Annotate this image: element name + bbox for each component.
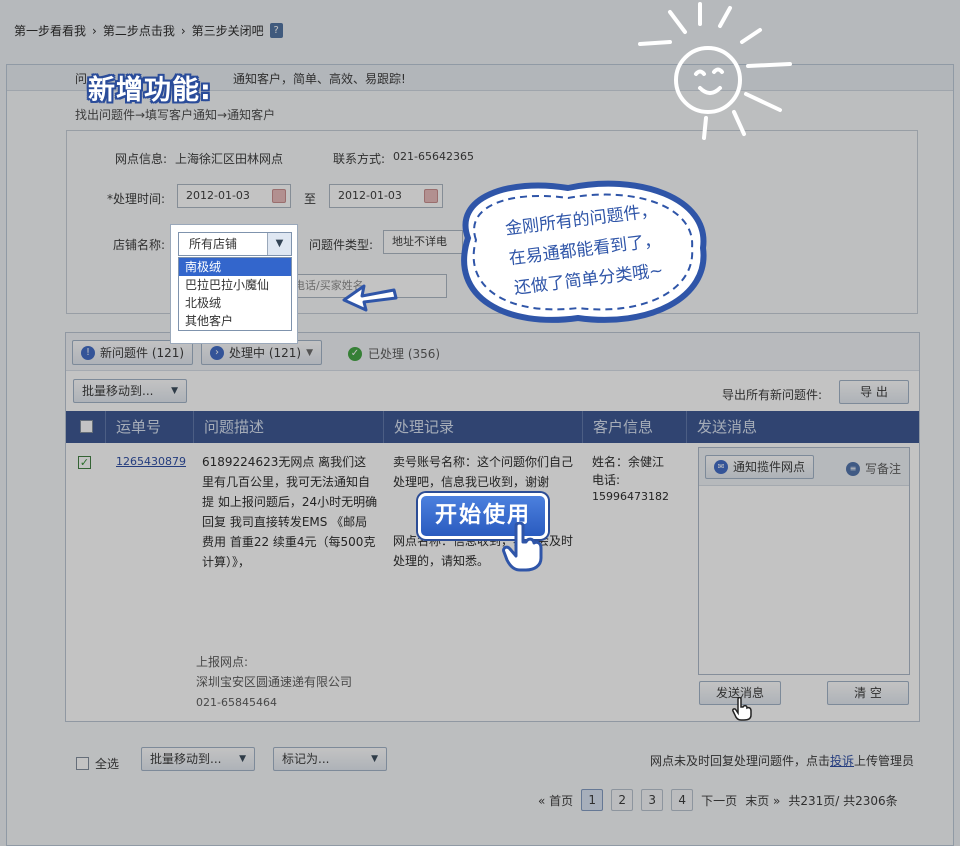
- shop-dropdown[interactable]: 所有店铺 ▼ 南极绒 巴拉巴拉小魔仙 北极绒 其他客户: [171, 225, 297, 343]
- notify-station-button[interactable]: ✉ 通知揽件网点: [705, 455, 815, 479]
- col-record: 处理记录: [384, 411, 583, 443]
- page-2[interactable]: 2: [611, 789, 634, 811]
- complaint-notice: 网点未及时回复处理问题件，点击投诉上传管理员: [650, 754, 915, 768]
- hand-cursor-icon: [502, 522, 543, 572]
- clear-button[interactable]: 清 空: [827, 681, 909, 705]
- select-all-header[interactable]: [66, 411, 106, 443]
- bulk-move-select[interactable]: 批量移动到... ▼: [73, 379, 187, 403]
- step-1[interactable]: 第一步看看我: [14, 22, 86, 39]
- pointer-cursor-icon: [732, 697, 752, 721]
- station-value: 上海徐汇区田林网点: [175, 152, 284, 166]
- record-entry-1: 卖号账号名称：这个问题你们自己处理吧，信息我已收到，谢谢: [393, 455, 574, 489]
- footer-bulk-move[interactable]: 批量移动到... ▼: [141, 747, 255, 771]
- date-from-input[interactable]: 2012-01-03: [177, 184, 291, 208]
- message-box: ✉ 通知揽件网点 ≡ 写备注: [698, 447, 910, 675]
- calendar-icon[interactable]: [424, 189, 438, 203]
- station-label: 网点信息:: [115, 152, 168, 166]
- tab-processing[interactable]: › 处理中 (121) ▼: [201, 340, 323, 365]
- chevron-down-icon: ▼: [239, 754, 246, 764]
- waybill-link[interactable]: 1265430879: [116, 452, 186, 472]
- checkbox[interactable]: [76, 757, 89, 770]
- pagination: « 首页 1 2 3 4 下一页 末页 » 共231页/ 共2306条: [538, 789, 898, 811]
- info-icon: !: [81, 345, 95, 360]
- customer-name: 姓名：余健江: [592, 455, 665, 469]
- checkbox[interactable]: [80, 420, 93, 433]
- mail-icon: ✉: [714, 460, 728, 474]
- time-label: *处理时间:: [107, 192, 166, 206]
- shop-label: 店铺名称:: [113, 238, 166, 252]
- page-total: 共231页/ 共2306条: [788, 793, 898, 808]
- date-to-input[interactable]: 2012-01-03: [329, 184, 443, 208]
- report-station: 深圳宝安区圆通速递有限公司: [196, 675, 353, 689]
- chevron-down-icon: ▼: [306, 347, 314, 358]
- shop-option[interactable]: 北极绒: [179, 294, 291, 312]
- shop-options: 南极绒 巴拉巴拉小魔仙 北极绒 其他客户: [178, 257, 292, 331]
- complaint-link[interactable]: 投诉: [830, 754, 854, 768]
- col-customer: 客户信息: [583, 411, 687, 443]
- last-page-link[interactable]: 末页 »: [745, 792, 780, 809]
- export-label: 导出所有新问题件:: [722, 388, 823, 402]
- note-icon: ≡: [846, 461, 860, 476]
- arrow-left-icon: [342, 284, 398, 312]
- step-2[interactable]: 第二步点击我: [103, 22, 175, 39]
- arrow-right-icon: ›: [210, 345, 224, 360]
- next-page-link[interactable]: 下一页: [701, 792, 737, 809]
- report-phone: 021-65845464: [196, 696, 277, 709]
- col-waybill: 运单号: [106, 411, 194, 443]
- col-send: 发送消息: [697, 418, 758, 436]
- sun-doodle: [638, 2, 792, 140]
- issue-type-label: 问题件类型:: [309, 238, 374, 252]
- shop-select[interactable]: 所有店铺 ▼: [178, 232, 292, 256]
- shop-option[interactable]: 巴拉巴拉小魔仙: [179, 276, 291, 294]
- new-feature-badge: 新增功能:: [88, 75, 212, 106]
- chevron-down-icon[interactable]: ▼: [267, 233, 291, 255]
- banner-prefix: 问: [75, 72, 88, 86]
- customer-phone: 15996473182: [592, 490, 669, 503]
- chevron-down-icon: ▼: [171, 386, 178, 396]
- mark-as-select[interactable]: 标记为... ▼: [273, 747, 387, 771]
- page-4[interactable]: 4: [671, 789, 694, 811]
- contact-label: 联系方式:: [333, 152, 386, 166]
- shop-option[interactable]: 南极绒: [179, 258, 291, 276]
- banner-text: 通知客户，简单、高效、易跟踪!: [233, 72, 406, 86]
- shop-option[interactable]: 其他客户: [179, 312, 291, 330]
- page-3[interactable]: 3: [641, 789, 664, 811]
- export-button[interactable]: 导 出: [839, 380, 909, 404]
- issue-description: 6189224623无网点 离我们这里有几百公里，我可无法通知自提 如上报问题后…: [202, 455, 378, 569]
- calendar-icon[interactable]: [272, 189, 286, 203]
- message-textarea[interactable]: [699, 487, 909, 674]
- flow-text: 找出问题件→填写客户通知→通知客户: [75, 108, 276, 122]
- chevron-down-icon: ▼: [371, 754, 378, 764]
- report-label: 上报网点:: [196, 655, 249, 669]
- guide-steps: 第一步看看我 › 第二步点击我 › 第三步关闭吧 ?: [14, 22, 283, 39]
- col-desc: 问题描述: [194, 411, 384, 443]
- first-page-link[interactable]: « 首页: [538, 792, 573, 809]
- tab-new[interactable]: ! 新问题件 (121): [72, 340, 194, 365]
- date-to-label: 至: [304, 192, 317, 206]
- help-icon[interactable]: ?: [269, 23, 283, 38]
- page-1[interactable]: 1: [581, 789, 604, 811]
- row-checkbox[interactable]: ✓: [78, 455, 91, 469]
- check-icon: ✓: [348, 346, 362, 361]
- select-all[interactable]: 全选: [76, 755, 119, 772]
- table-header: 运单号 问题描述 处理记录 客户信息 发送消息: [66, 411, 919, 443]
- step-3[interactable]: 第三步关闭吧: [192, 22, 264, 39]
- tab-done[interactable]: ✓ 已处理 (356): [348, 345, 440, 362]
- add-note-button[interactable]: ≡ 写备注: [846, 460, 901, 477]
- contact-value: 021-65642365: [393, 150, 474, 163]
